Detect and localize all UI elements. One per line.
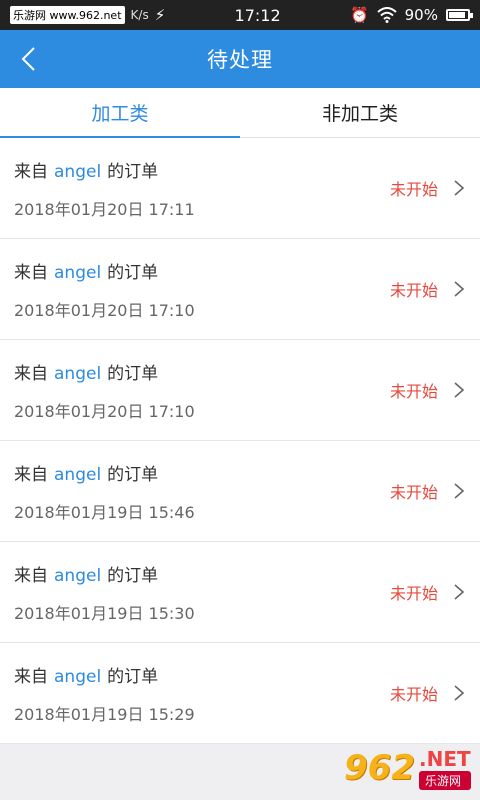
brand-net: .NET (418, 746, 471, 771)
order-suffix: 的订单 (107, 262, 159, 283)
chevron-right-icon (454, 483, 465, 499)
chevron-right-icon (454, 382, 465, 398)
order-suffix: 的订单 (107, 464, 159, 485)
order-list: 来自 angel 的订单 2018年01月20日 17:11 未开始 来自 angel… (0, 138, 480, 744)
order-title: 来自 angel 的订单 (14, 359, 390, 384)
battery-fill (448, 12, 466, 18)
order-status: 未开始 (389, 685, 438, 704)
wifi-icon (376, 7, 397, 23)
order-user: angel (54, 565, 102, 586)
order-prefix: 来自 (14, 363, 48, 384)
order-item[interactable]: 来自 angel 的订单 2018年01月20日 17:10 未开始 (0, 239, 480, 340)
order-time: 2018年01月20日 17:10 (14, 300, 195, 320)
order-item[interactable]: 来自 angel 的订单 2018年01月19日 15:30 未开始 (0, 542, 480, 643)
order-suffix: 的订单 (107, 363, 159, 384)
order-info: 来自 angel 的订单 2018年01月20日 17:11 (14, 157, 390, 220)
order-user: angel (54, 161, 102, 182)
order-title: 来自 angel 的订单 (14, 561, 390, 586)
order-time: 2018年01月19日 15:29 (14, 704, 195, 724)
order-status: 未开始 (389, 281, 438, 300)
brand-cn: 乐游网 (418, 770, 471, 790)
tab-processing[interactable]: 加工类 (0, 88, 240, 138)
network-speed: K/s (130, 8, 149, 22)
page-title: 待处理 (207, 48, 273, 72)
order-prefix: 来自 (14, 464, 48, 485)
chevron-right-icon (454, 180, 465, 196)
order-time: 2018年01月19日 15:30 (14, 603, 195, 623)
order-item[interactable]: 来自 angel 的订单 2018年01月20日 17:11 未开始 (0, 138, 480, 239)
order-info: 来自 angel 的订单 2018年01月19日 15:29 (14, 662, 390, 725)
order-status: 未开始 (389, 483, 438, 502)
nav-bar: 待处理 (0, 30, 480, 88)
order-title: 来自 angel 的订单 (14, 157, 390, 182)
order-prefix: 来自 (14, 262, 48, 283)
brand-number: 962 (344, 748, 415, 788)
order-status: 未开始 (389, 180, 438, 199)
back-button[interactable] (8, 39, 48, 79)
tab-non-processing[interactable]: 非加工类 (240, 88, 480, 137)
order-info: 来自 angel 的订单 2018年01月20日 17:10 (14, 258, 390, 321)
order-user: angel (54, 666, 102, 687)
order-time: 2018年01月19日 15:46 (14, 502, 195, 522)
order-title: 来自 angel 的订单 (14, 662, 390, 687)
order-item[interactable]: 来自 angel 的订单 2018年01月19日 15:46 未开始 (0, 441, 480, 542)
order-item[interactable]: 来自 angel 的订单 2018年01月19日 15:29 未开始 (0, 643, 480, 744)
order-suffix: 的订单 (107, 666, 159, 687)
order-title: 来自 angel 的订单 (14, 460, 390, 485)
usb-icon: ⚡ (154, 6, 166, 24)
battery-icon (445, 9, 473, 21)
watermark-text: 乐游网 www.962.net (10, 6, 125, 24)
chevron-right-icon (454, 685, 465, 701)
order-user: angel (54, 262, 102, 283)
back-chevron-icon (21, 47, 35, 71)
order-info: 来自 angel 的订单 2018年01月19日 15:46 (14, 460, 390, 523)
order-time: 2018年01月20日 17:11 (14, 199, 195, 219)
order-suffix: 的订单 (107, 161, 159, 182)
order-user: angel (54, 363, 102, 384)
alarm-icon: ⏰ (349, 6, 369, 24)
chevron-right-icon (454, 584, 465, 600)
order-suffix: 的订单 (107, 565, 159, 586)
tab-bar: 加工类 非加工类 (0, 88, 480, 138)
order-prefix: 来自 (14, 565, 48, 586)
battery-percent: 90% (404, 6, 438, 24)
order-time: 2018年01月20日 17:10 (14, 401, 195, 421)
status-left: 乐游网 www.962.net K/s ⚡ (10, 6, 165, 24)
status-time: 17:12 (234, 5, 281, 25)
order-title: 来自 angel 的订单 (14, 258, 390, 283)
order-status: 未开始 (389, 584, 438, 603)
order-prefix: 来自 (14, 666, 48, 687)
status-bar: 乐游网 www.962.net K/s ⚡ 17:12 ⏰ 90% (0, 0, 480, 30)
status-right: ⏰ 90% (349, 6, 473, 24)
chevron-right-icon (454, 281, 465, 297)
order-user: angel (54, 464, 102, 485)
order-status: 未开始 (389, 382, 438, 401)
brand-watermark: 962 .NET 乐游网 (344, 740, 474, 796)
order-item[interactable]: 来自 angel 的订单 2018年01月20日 17:10 未开始 (0, 340, 480, 441)
order-info: 来自 angel 的订单 2018年01月20日 17:10 (14, 359, 390, 422)
order-info: 来自 angel 的订单 2018年01月19日 15:30 (14, 561, 390, 624)
brand-text: .NET 乐游网 (418, 746, 471, 790)
order-prefix: 来自 (14, 161, 48, 182)
